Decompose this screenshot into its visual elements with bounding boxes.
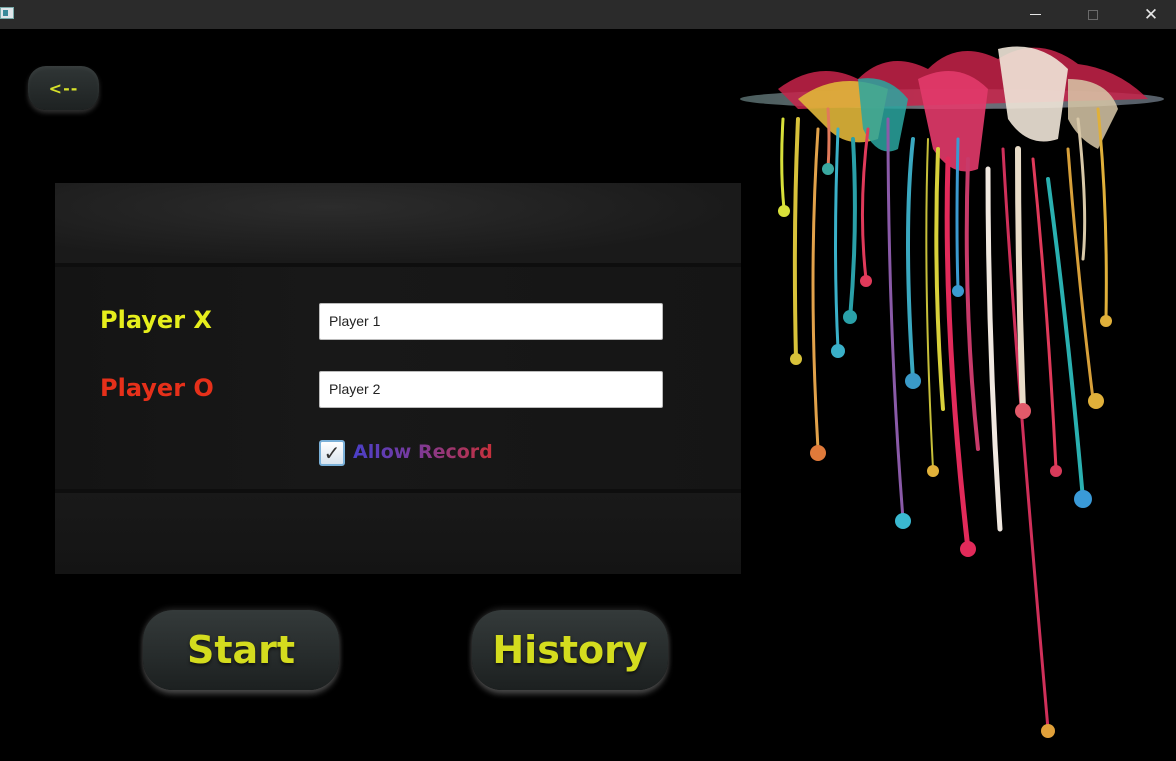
paint-splash-art bbox=[740, 46, 1164, 738]
app-icon bbox=[0, 7, 14, 19]
splash-crown bbox=[778, 46, 1148, 172]
player-o-input[interactable]: Player 2 bbox=[319, 371, 663, 408]
panel-header-band bbox=[55, 183, 741, 267]
player-o-label: Player O bbox=[100, 374, 214, 402]
back-button[interactable]: <-- bbox=[28, 66, 99, 110]
close-button[interactable]: ✕ bbox=[1122, 0, 1176, 29]
title-bar: ✕ bbox=[0, 0, 1176, 29]
history-button[interactable]: History bbox=[472, 610, 668, 690]
maximize-button[interactable] bbox=[1064, 0, 1122, 29]
player-x-label: Player X bbox=[100, 306, 212, 334]
minimize-icon bbox=[1029, 14, 1041, 15]
close-icon: ✕ bbox=[1143, 4, 1159, 25]
minimize-button[interactable] bbox=[1006, 0, 1064, 29]
maximize-icon bbox=[1088, 9, 1098, 20]
panel-footer-band bbox=[55, 489, 741, 574]
start-button[interactable]: Start bbox=[143, 610, 339, 690]
paint-drips bbox=[778, 107, 1112, 738]
player-x-input[interactable]: Player 1 bbox=[319, 303, 663, 340]
allow-record-label[interactable]: Allow Record bbox=[353, 441, 493, 463]
allow-record-checkbox[interactable]: ✓ bbox=[319, 440, 345, 466]
check-icon: ✓ bbox=[323, 441, 341, 465]
